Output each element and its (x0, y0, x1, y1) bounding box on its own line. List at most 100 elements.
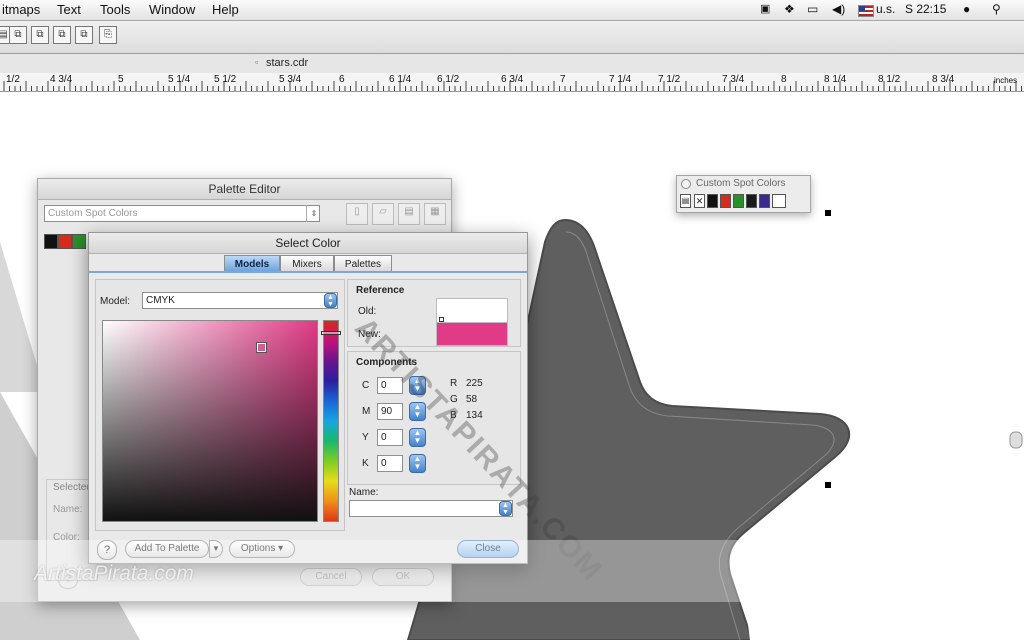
color-name-field[interactable] (349, 500, 513, 517)
ruler-tick-label: 5 3/4 (279, 74, 302, 85)
camera-icon[interactable]: ▣ (760, 2, 770, 15)
simplify-icon[interactable]: ⧉ (75, 26, 93, 44)
color-spectrum-field[interactable] (102, 320, 318, 522)
color-name-label: Name: (349, 487, 379, 498)
palette-name-select[interactable]: Custom Spot Colors (44, 205, 320, 222)
open-palette-icon[interactable]: ▱ (372, 203, 394, 225)
palette-menu-icon[interactable]: ▤ (680, 194, 691, 208)
menu-bitmaps[interactable]: itmaps (2, 2, 40, 17)
tab-palettes[interactable]: Palettes (334, 255, 392, 272)
document-icon: ▫ (255, 57, 259, 67)
model-label: Model: (100, 296, 131, 307)
spot-swatch[interactable] (707, 194, 718, 208)
menu-help[interactable]: Help (212, 2, 239, 17)
input-source-label[interactable]: u.s. (876, 2, 895, 16)
volume-icon[interactable]: ◀) (832, 2, 845, 16)
selection-handle (825, 482, 831, 488)
horizontal-ruler[interactable]: 1/2 4 3/4 5 5 1/4 5 1/2 5 3/4 6 6 1/4 6 … (0, 73, 1024, 92)
ruler-tick-label: 8 3/4 (932, 74, 955, 85)
ruler-tick-label: 7 1/2 (658, 74, 681, 85)
yellow-stepper[interactable]: ▲ ▼ (409, 428, 426, 447)
display-icon[interactable]: ▭ (807, 2, 818, 16)
custom-spot-colors-palette: Custom Spot Colors ▤ ✕ (676, 175, 811, 213)
y-label: Y (362, 432, 369, 443)
document-title: stars.cdr (266, 57, 309, 69)
trim-icon[interactable]: ⧉ (31, 26, 49, 44)
ruler-tick-label: 7 (560, 74, 566, 85)
ruler-tick-label: 4 3/4 (50, 74, 73, 85)
ruler-tick-label: 6 1/2 (437, 74, 460, 85)
spot-swatch[interactable] (759, 194, 770, 208)
hue-slider[interactable] (321, 320, 341, 522)
ruler-tick-label: 7 1/4 (609, 74, 632, 85)
spot-swatch[interactable] (733, 194, 744, 208)
spot-swatch[interactable] (772, 194, 786, 208)
dropbox-icon[interactable]: ❖ (784, 2, 795, 16)
magenta-field[interactable]: 90 (377, 403, 403, 420)
palette-swatch[interactable] (44, 234, 58, 249)
us-flag-icon[interactable] (858, 5, 874, 17)
model-select[interactable]: CMYK (142, 292, 338, 309)
ruler-tick-label: 6 1/4 (389, 74, 412, 85)
spot-swatch[interactable] (746, 194, 757, 208)
document-title-bar: ▫ stars.cdr (0, 54, 1024, 74)
select-arrows-icon[interactable]: ⇕ (306, 205, 321, 222)
new-color-swatch (436, 322, 508, 346)
tab-divider (89, 271, 527, 273)
new-palette-icon[interactable]: ▯ (346, 203, 368, 225)
tab-models[interactable]: Models (224, 255, 280, 272)
menu-bar: itmaps Text Tools Window Help ▣ ❖ ▭ ◀) u… (0, 0, 1024, 21)
hue-slider-handle[interactable] (321, 331, 341, 335)
intersect-icon[interactable]: ⧉ (53, 26, 71, 44)
model-select-arrows-icon[interactable]: ▲ ▼ (324, 293, 337, 308)
ruler-tick-label: 7 3/4 (722, 74, 745, 85)
ruler-tick-label: 5 1/2 (214, 74, 237, 85)
palette-swatch[interactable] (72, 234, 86, 249)
save-palette-icon[interactable]: ▤ (398, 203, 420, 225)
ruler-tick-label: 8 1/2 (878, 74, 901, 85)
select-color-title[interactable]: Select Color (89, 233, 527, 254)
menu-text[interactable]: Text (57, 2, 81, 17)
toolbar: ▤ ⧉ ⧉ ⧉ ⧉ ⎘ (0, 21, 1024, 54)
weld-icon[interactable]: ⧉ (9, 26, 27, 44)
m-label: M (362, 406, 371, 417)
palette-options-icon[interactable]: ▦ (424, 203, 446, 225)
color-picker-marker[interactable] (257, 343, 266, 352)
old-color-swatch (436, 298, 508, 324)
yellow-field[interactable]: 0 (377, 429, 403, 446)
menu-window[interactable]: Window (149, 2, 195, 17)
palette-editor-title[interactable]: Palette Editor (38, 179, 451, 200)
spotlight-search-icon[interactable]: ⚲ (992, 2, 1001, 16)
menu-tools[interactable]: Tools (100, 2, 130, 17)
k-label: K (362, 458, 369, 469)
black-stepper[interactable]: ▲ ▼ (409, 454, 426, 473)
black-field[interactable]: 0 (377, 455, 403, 472)
spot-swatch[interactable] (720, 194, 731, 208)
selection-handle (825, 210, 831, 216)
r-label: R (450, 378, 458, 389)
red-value: 225 (466, 378, 483, 389)
green-value: 58 (466, 394, 478, 405)
reference-label: Reference (356, 285, 405, 296)
ruler-tick-label: 8 (781, 74, 787, 85)
selected-label: Selected (53, 482, 92, 493)
spot-colors-title: Custom Spot Colors (696, 178, 786, 189)
select-color-dialog: Select Color Models Mixers Palettes Mode… (88, 232, 528, 564)
model-panel: Model: CMYK ▲ ▼ (95, 279, 345, 531)
name-label: Name: (53, 504, 83, 515)
no-color-swatch[interactable]: ✕ (694, 194, 705, 208)
ruler-units: inches (994, 76, 1018, 85)
ruler-tick-label: 8 1/4 (824, 74, 847, 85)
ruler-tick-label: 5 1/4 (168, 74, 191, 85)
user-icon[interactable]: ● (963, 2, 970, 16)
close-icon[interactable] (681, 179, 691, 189)
ruler-tick-label: 1/2 (6, 74, 20, 85)
palette-swatch[interactable] (58, 234, 72, 249)
bottom-watermark: ArtistaPirata.com (34, 562, 194, 585)
c-label: C (362, 380, 370, 391)
menubar-clock[interactable]: S 22:15 (905, 2, 946, 16)
front-minus-back-icon[interactable]: ⎘ (99, 26, 117, 44)
ruler-tick-label: 6 3/4 (501, 74, 524, 85)
tab-mixers[interactable]: Mixers (280, 255, 334, 272)
ruler-tick-label: 6 (339, 74, 345, 85)
